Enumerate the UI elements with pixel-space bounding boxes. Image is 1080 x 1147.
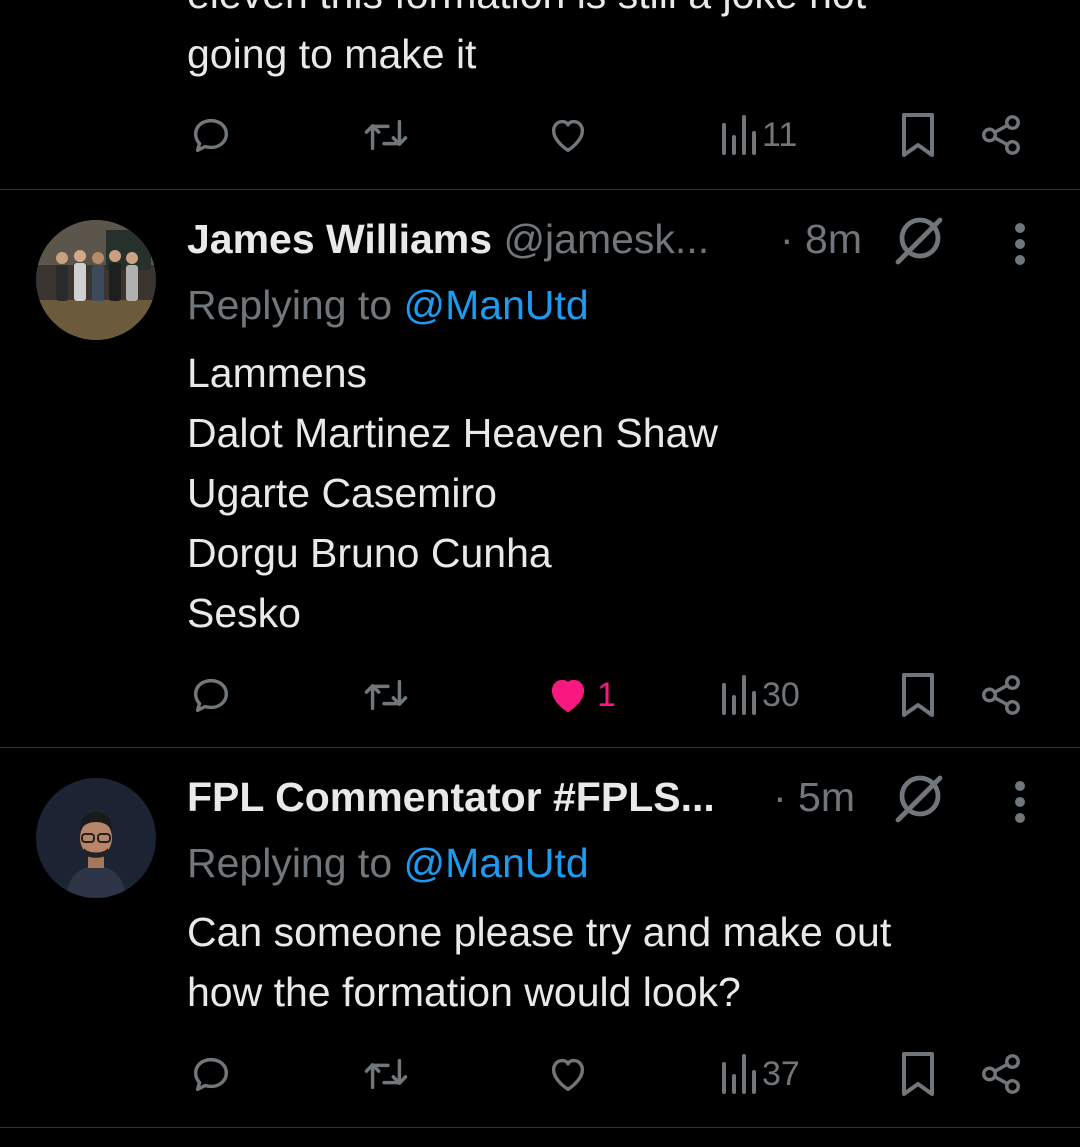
tweet-header: FPL Commentator #FPLS... [187, 772, 715, 822]
timestamp[interactable]: · 5m [773, 772, 855, 822]
bookmark-button[interactable] [898, 665, 938, 725]
retweet-button[interactable] [360, 105, 412, 165]
tweet-text-line: Sesko [187, 590, 301, 636]
bookmark-icon [902, 673, 934, 717]
avatar[interactable] [36, 220, 156, 340]
action-bar: 11 [0, 105, 1080, 165]
more-icon[interactable] [1006, 778, 1034, 826]
bookmark-icon [902, 113, 934, 157]
tweet-fpl-commentator[interactable]: FPL Commentator #FPLS... · 5m Replying t… [0, 748, 1080, 1128]
action-bar: 1 30 [0, 665, 1080, 725]
reply-button[interactable] [188, 1044, 234, 1104]
retweet-button[interactable] [360, 1044, 412, 1104]
replying-to: Replying to @ManUtd [187, 280, 589, 330]
replying-to: Replying to @ManUtd [187, 838, 589, 888]
display-name[interactable]: James Williams [187, 216, 492, 262]
retweet-icon [364, 119, 408, 151]
reply-button[interactable] [188, 105, 234, 165]
like-count: 1 [597, 675, 616, 714]
tweet-text-line: Can someone please try and make out [187, 909, 892, 955]
retweet-button[interactable] [360, 665, 412, 725]
like-button[interactable] [545, 1044, 591, 1104]
bookmark-button[interactable] [898, 1044, 938, 1104]
tweet-text-line: Dorgu Bruno Cunha [187, 530, 552, 576]
timestamp[interactable]: · 8m [780, 214, 862, 264]
views-count: 30 [762, 675, 800, 714]
share-button[interactable] [978, 105, 1024, 165]
share-icon [982, 1054, 1020, 1094]
tweet-partial[interactable]: eleven this formation is still a joke no… [0, 0, 1080, 190]
share-button[interactable] [978, 665, 1024, 725]
share-icon [982, 675, 1020, 715]
more-icon[interactable] [1006, 220, 1034, 268]
tweet-header: James Williams @jamesk... [187, 214, 709, 264]
views-icon [722, 675, 756, 715]
views-button[interactable]: 30 [718, 665, 800, 725]
like-icon [551, 1058, 585, 1092]
replying-prefix: Replying to [187, 840, 393, 886]
views-button[interactable]: 37 [718, 1044, 800, 1104]
grok-icon[interactable] [892, 772, 944, 824]
tweet-text-line: eleven this formation is still a joke no… [187, 0, 866, 24]
share-icon [982, 115, 1020, 155]
views-count: 37 [762, 1054, 800, 1093]
tweet-text-line: Lammens [187, 350, 368, 396]
tweet-text-line: Ugarte Casemiro [187, 470, 497, 516]
divider [0, 1127, 1080, 1128]
mention-link[interactable]: @ManUtd [404, 282, 589, 328]
reply-icon [193, 118, 229, 153]
like-icon [551, 119, 585, 153]
reply-button[interactable] [188, 665, 234, 725]
bookmark-button[interactable] [898, 105, 938, 165]
avatar[interactable] [36, 778, 156, 898]
grok-icon[interactable] [892, 214, 944, 266]
share-button[interactable] [978, 1044, 1024, 1104]
mention-link[interactable]: @ManUtd [404, 840, 589, 886]
views-icon [722, 1054, 756, 1094]
tweet-text-line: Dalot Martinez Heaven Shaw [187, 410, 718, 456]
replying-prefix: Replying to [187, 282, 393, 328]
action-bar: 37 [0, 1044, 1080, 1104]
like-icon [551, 679, 585, 713]
views-icon [722, 115, 756, 155]
views-count: 11 [762, 115, 798, 154]
views-button[interactable]: 11 [718, 105, 797, 165]
tweet-james-williams[interactable]: James Williams @jamesk... · 8m Replying … [0, 190, 1080, 748]
bookmark-icon [902, 1052, 934, 1096]
like-button[interactable] [545, 105, 591, 165]
reply-icon [193, 1057, 229, 1092]
like-button[interactable]: 1 [545, 665, 616, 725]
retweet-icon [364, 679, 408, 711]
retweet-icon [364, 1058, 408, 1090]
display-name[interactable]: FPL Commentator #FPLS... [187, 774, 715, 820]
reply-icon [193, 678, 229, 713]
user-handle[interactable]: @jamesk... [503, 216, 709, 262]
tweet-text-line: going to make it [187, 31, 477, 77]
tweet-text-line: how the formation would look? [187, 969, 741, 1015]
